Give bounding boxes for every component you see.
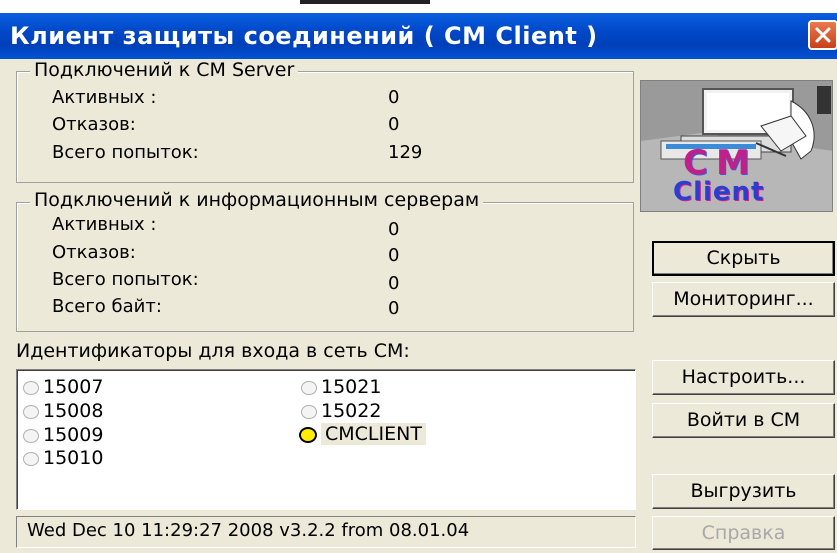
cm-client-logo: CM Client	[640, 80, 833, 212]
info-refusals-value: 0	[388, 245, 400, 266]
identifier-item[interactable]: 15008	[23, 400, 103, 422]
info-refusals-label: Отказов:	[52, 242, 136, 263]
close-icon	[815, 27, 831, 43]
window-title: Клиент защиты соединений ( CM Client )	[10, 22, 598, 50]
status-indicator-icon	[23, 428, 39, 443]
server-active-value: 0	[388, 87, 400, 108]
server-connections-legend: Подключений к CM Server	[30, 59, 299, 81]
login-cm-button[interactable]: Войти в СМ	[652, 403, 835, 438]
identifier-item[interactable]: 15022	[301, 400, 381, 422]
info-bytes-label: Всего байт:	[52, 296, 162, 317]
server-refusals-label: Отказов:	[52, 114, 136, 135]
identifier-item[interactable]: 15021	[301, 376, 381, 398]
info-bytes-value: 0	[388, 298, 400, 319]
info-servers-legend: Подключений к информационным серверам	[30, 189, 484, 211]
monitoring-button[interactable]: Мониторинг...	[652, 282, 835, 317]
help-button: Справка	[652, 516, 835, 550]
identifier-item-active[interactable]: CMCLIENT	[299, 423, 426, 445]
server-refusals-value: 0	[388, 114, 400, 135]
status-bar: Wed Dec 10 11:29:27 2008 v3.2.2 from 08.…	[16, 516, 636, 548]
identifier-item[interactable]: 15010	[23, 447, 103, 469]
status-indicator-icon	[23, 451, 39, 466]
active-indicator-icon	[299, 426, 317, 443]
title-bar[interactable]: Клиент защиты соединений ( CM Client )	[0, 13, 837, 59]
status-indicator-icon	[301, 380, 317, 395]
identifier-item[interactable]: 15007	[23, 376, 103, 398]
info-attempts-value: 0	[388, 273, 400, 294]
unload-button[interactable]: Выгрузить	[652, 474, 835, 509]
identifiers-list[interactable]: 15007 15008 15009 15010 15021 15022 CMCL…	[16, 369, 636, 510]
hide-button[interactable]: Скрыть	[652, 241, 835, 276]
server-attempts-label: Всего попыток:	[52, 142, 199, 163]
info-active-value: 0	[388, 219, 400, 240]
server-active-label: Активных :	[52, 87, 157, 108]
top-edge	[0, 0, 837, 13]
info-active-label: Активных :	[52, 214, 157, 235]
identifiers-label: Идентификаторы для входа в сеть СМ:	[16, 340, 410, 362]
identifier-item[interactable]: 15009	[23, 424, 103, 446]
status-indicator-icon	[23, 380, 39, 395]
status-indicator-icon	[301, 404, 317, 419]
info-attempts-label: Всего попыток:	[52, 269, 199, 290]
close-button[interactable]	[808, 20, 837, 50]
configure-button[interactable]: Настроить...	[652, 360, 835, 395]
background-fragment	[300, 0, 430, 4]
logo-client-text: Client	[673, 177, 765, 207]
status-indicator-icon	[23, 404, 39, 419]
server-attempts-value: 129	[388, 142, 423, 163]
